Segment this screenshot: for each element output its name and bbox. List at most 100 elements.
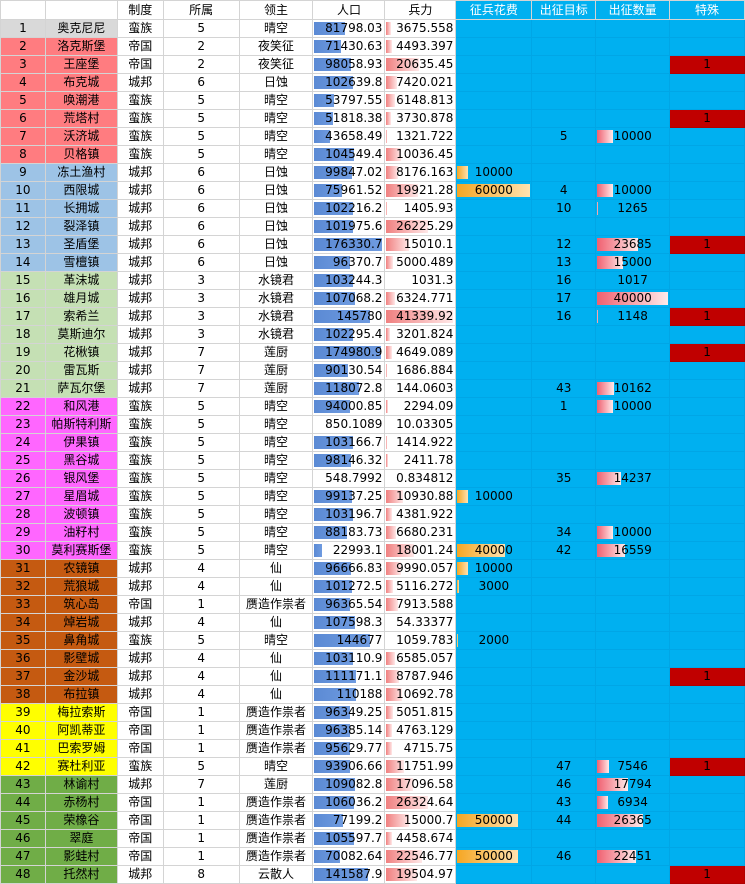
population-cell[interactable]: 106036.2	[313, 794, 385, 812]
system-cell[interactable]: 帝国	[117, 704, 163, 722]
strength-cell[interactable]: 3675.558	[385, 20, 456, 38]
strength-cell[interactable]: 10036.45	[385, 146, 456, 164]
count-cell[interactable]	[596, 830, 670, 848]
count-cell[interactable]	[596, 668, 670, 686]
cost-cell[interactable]	[456, 452, 532, 470]
row-index[interactable]: 13	[1, 236, 46, 254]
lord-cell[interactable]: 仙	[239, 560, 313, 578]
system-cell[interactable]: 帝国	[117, 812, 163, 830]
cost-cell[interactable]: 60000	[456, 182, 532, 200]
count-cell[interactable]: 17794	[596, 776, 670, 794]
strength-cell[interactable]: 10930.88	[385, 488, 456, 506]
row-index[interactable]: 33	[1, 596, 46, 614]
special-cell[interactable]	[670, 128, 745, 146]
cost-cell[interactable]	[456, 434, 532, 452]
belong-cell[interactable]: 5	[163, 632, 239, 650]
belong-cell[interactable]: 5	[163, 92, 239, 110]
belong-cell[interactable]: 5	[163, 128, 239, 146]
special-cell[interactable]	[670, 542, 745, 560]
city-name[interactable]: 金沙城	[45, 668, 117, 686]
special-cell[interactable]	[670, 560, 745, 578]
belong-cell[interactable]: 4	[163, 686, 239, 704]
cost-cell[interactable]	[456, 758, 532, 776]
special-cell[interactable]: 1	[670, 110, 745, 128]
cost-cell[interactable]	[456, 650, 532, 668]
row-index[interactable]: 34	[1, 614, 46, 632]
special-cell[interactable]	[670, 596, 745, 614]
row-index[interactable]: 24	[1, 434, 46, 452]
strength-cell[interactable]: 17096.58	[385, 776, 456, 794]
lord-cell[interactable]: 晴空	[239, 146, 313, 164]
header-cell[interactable]: 所属	[163, 1, 239, 20]
city-name[interactable]: 圣盾堡	[45, 236, 117, 254]
strength-cell[interactable]: 19504.97	[385, 866, 456, 884]
system-cell[interactable]: 帝国	[117, 848, 163, 866]
special-cell[interactable]	[670, 794, 745, 812]
row-index[interactable]: 7	[1, 128, 46, 146]
lord-cell[interactable]: 云散人	[239, 866, 313, 884]
belong-cell[interactable]: 4	[163, 578, 239, 596]
lord-cell[interactable]: 夜笑征	[239, 56, 313, 74]
target-cell[interactable]	[532, 344, 596, 362]
city-name[interactable]: 翠庭	[45, 830, 117, 848]
population-cell[interactable]: 95629.77	[313, 740, 385, 758]
system-cell[interactable]: 蛮族	[117, 758, 163, 776]
cost-cell[interactable]	[456, 56, 532, 74]
strength-cell[interactable]: 6148.813	[385, 92, 456, 110]
strength-cell[interactable]: 8176.163	[385, 164, 456, 182]
count-cell[interactable]	[596, 488, 670, 506]
target-cell[interactable]	[532, 74, 596, 92]
cost-cell[interactable]	[456, 524, 532, 542]
count-cell[interactable]: 1265	[596, 200, 670, 218]
lord-cell[interactable]: 水镜君	[239, 308, 313, 326]
count-cell[interactable]: 40000	[596, 290, 670, 308]
count-cell[interactable]	[596, 866, 670, 884]
cost-cell[interactable]	[456, 20, 532, 38]
count-cell[interactable]	[596, 416, 670, 434]
strength-cell[interactable]: 4763.129	[385, 722, 456, 740]
row-index[interactable]: 48	[1, 866, 46, 884]
city-name[interactable]: 林谕村	[45, 776, 117, 794]
city-name[interactable]: 雪檀镇	[45, 254, 117, 272]
cost-cell[interactable]	[456, 218, 532, 236]
cost-cell[interactable]	[456, 254, 532, 272]
special-cell[interactable]	[670, 182, 745, 200]
population-cell[interactable]: 111171.1	[313, 668, 385, 686]
belong-cell[interactable]: 3	[163, 308, 239, 326]
belong-cell[interactable]: 6	[163, 254, 239, 272]
row-index[interactable]: 45	[1, 812, 46, 830]
city-name[interactable]: 莫斯迪尔	[45, 326, 117, 344]
target-cell[interactable]	[532, 596, 596, 614]
lord-cell[interactable]: 日蚀	[239, 218, 313, 236]
row-index[interactable]: 38	[1, 686, 46, 704]
strength-cell[interactable]: 4381.922	[385, 506, 456, 524]
system-cell[interactable]: 城邦	[117, 254, 163, 272]
city-name[interactable]: 荒塔村	[45, 110, 117, 128]
header-cell[interactable]	[45, 1, 117, 20]
target-cell[interactable]: 46	[532, 848, 596, 866]
target-cell[interactable]	[532, 704, 596, 722]
belong-cell[interactable]: 5	[163, 488, 239, 506]
belong-cell[interactable]: 1	[163, 848, 239, 866]
lord-cell[interactable]: 赝造作祟者	[239, 794, 313, 812]
city-name[interactable]: 伊果镇	[45, 434, 117, 452]
special-cell[interactable]	[670, 614, 745, 632]
row-index[interactable]: 1	[1, 20, 46, 38]
strength-cell[interactable]: 15010.1	[385, 236, 456, 254]
row-index[interactable]: 25	[1, 452, 46, 470]
row-index[interactable]: 39	[1, 704, 46, 722]
system-cell[interactable]: 蛮族	[117, 434, 163, 452]
strength-cell[interactable]: 8787.946	[385, 668, 456, 686]
row-index[interactable]: 43	[1, 776, 46, 794]
cost-cell[interactable]	[456, 668, 532, 686]
strength-cell[interactable]: 2294.09	[385, 398, 456, 416]
city-name[interactable]: 波顿镇	[45, 506, 117, 524]
population-cell[interactable]: 93906.66	[313, 758, 385, 776]
cost-cell[interactable]	[456, 830, 532, 848]
count-cell[interactable]: 26365	[596, 812, 670, 830]
count-cell[interactable]: 10000	[596, 524, 670, 542]
population-cell[interactable]: 53797.55	[313, 92, 385, 110]
row-index[interactable]: 32	[1, 578, 46, 596]
strength-cell[interactable]: 20635.45	[385, 56, 456, 74]
header-cell[interactable]	[1, 1, 46, 20]
